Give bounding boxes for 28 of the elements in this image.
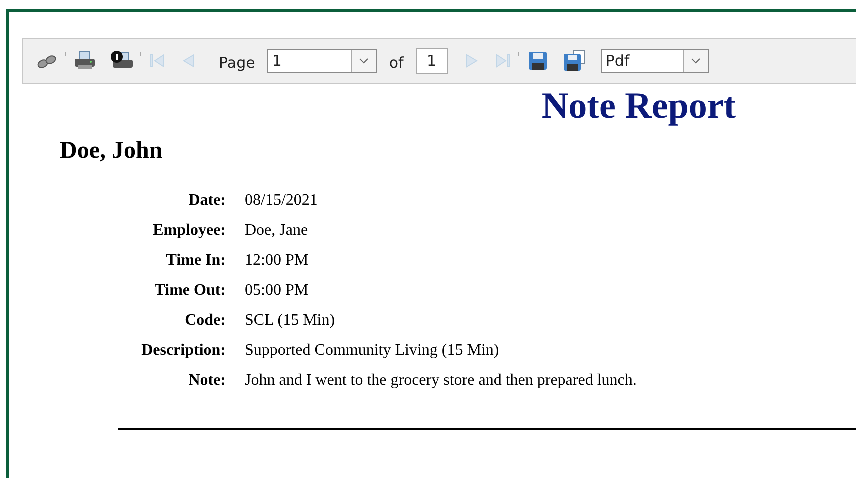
chevron-down-icon[interactable] (690, 58, 701, 64)
field-value: Supported Community Living (15 Min) (245, 341, 500, 361)
field-value: 12:00 PM (245, 251, 310, 271)
field-label: Time Out: (154, 281, 226, 301)
field-label: Date: (188, 191, 226, 211)
format-dropdown[interactable]: Pdf (600, 49, 709, 73)
save-copy-icon[interactable] (562, 50, 587, 72)
field-label: Code: (184, 311, 226, 331)
page-label: Page (219, 53, 256, 72)
field-label: Employee: (152, 221, 226, 241)
report-title: Note Report (540, 85, 738, 129)
printer-info-icon[interactable] (110, 51, 134, 71)
printer-icon[interactable] (74, 51, 96, 71)
field-value: SCL (15 Min) (245, 311, 336, 331)
field-label: Time In: (165, 251, 226, 271)
client-name: Doe, John (60, 137, 164, 166)
field-label: Note: (188, 371, 226, 391)
binoculars-icon[interactable] (37, 53, 59, 69)
page-dropdown[interactable]: 1 (267, 49, 378, 73)
page-count-field: 1 (416, 48, 448, 74)
field-value: Doe, Jane (245, 221, 310, 241)
field-value: 05:00 PM (245, 281, 310, 301)
save-icon[interactable] (526, 50, 549, 72)
of-label: of (389, 53, 404, 72)
field-value: 08/15/2021 (245, 191, 319, 211)
field-label: Description: (140, 341, 226, 361)
chevron-down-icon[interactable] (359, 58, 370, 64)
field-value: John and I went to the grocery store and then prepared lunch. (245, 371, 638, 391)
